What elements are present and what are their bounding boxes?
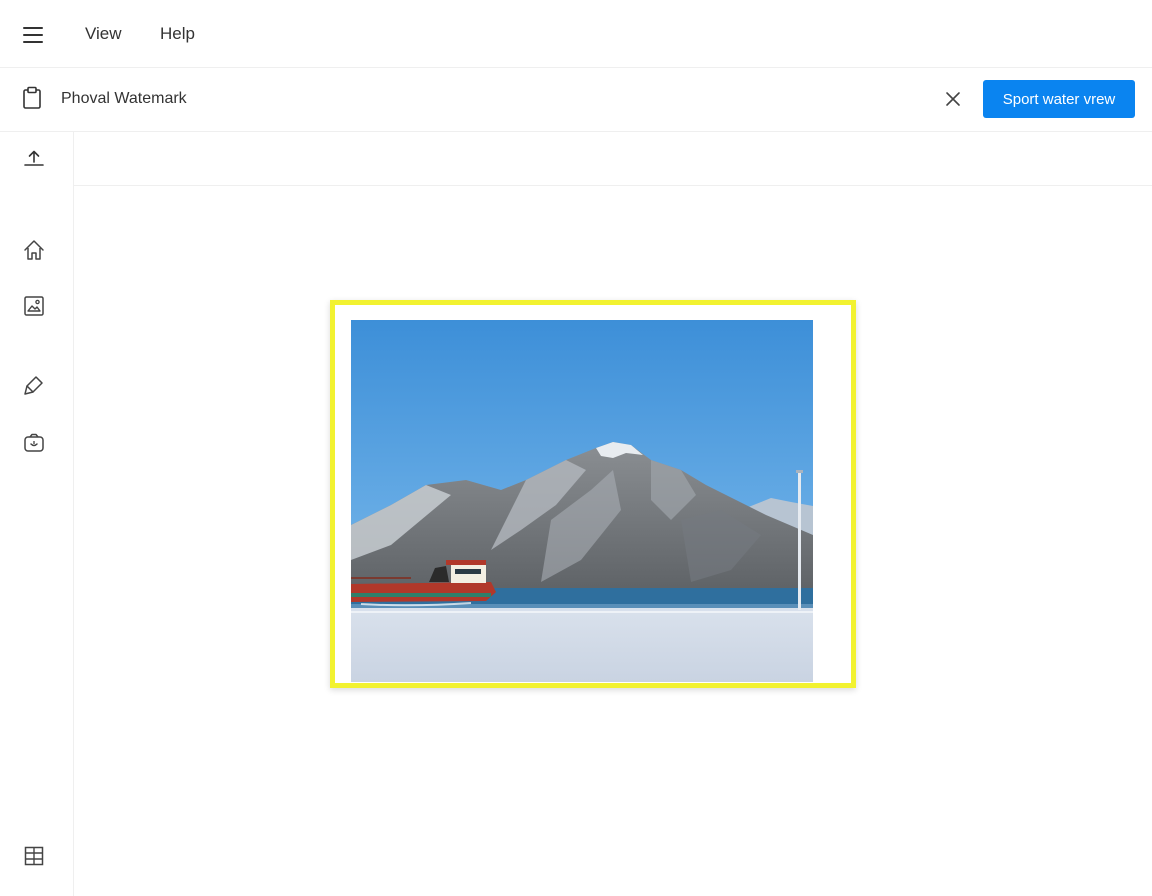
left-sidebar — [0, 132, 74, 896]
document-title: Phoval Watemark — [61, 90, 187, 107]
image-frame[interactable] — [330, 300, 856, 688]
landscape-photo — [351, 320, 813, 682]
home-icon[interactable] — [22, 238, 46, 262]
menu-item-help[interactable]: Help — [160, 24, 195, 44]
hamburger-menu-icon[interactable] — [20, 24, 46, 46]
menu-bar: View Help — [0, 0, 1152, 68]
clipboard-icon — [22, 86, 44, 110]
camera-icon[interactable] — [22, 431, 46, 455]
image-icon[interactable] — [22, 294, 46, 318]
grid-icon[interactable] — [22, 844, 46, 868]
app-window: View Help Phoval Watemark Sport water vr… — [0, 0, 1152, 896]
document-bar: Phoval Watemark Sport water vrew — [0, 68, 1152, 132]
canvas-area — [74, 186, 1152, 896]
brush-icon[interactable] — [22, 373, 46, 397]
menu-item-view[interactable]: View — [85, 24, 122, 44]
primary-action-button[interactable]: Sport water vrew — [983, 80, 1135, 118]
close-icon[interactable] — [940, 86, 966, 112]
toolbar — [0, 132, 1152, 186]
